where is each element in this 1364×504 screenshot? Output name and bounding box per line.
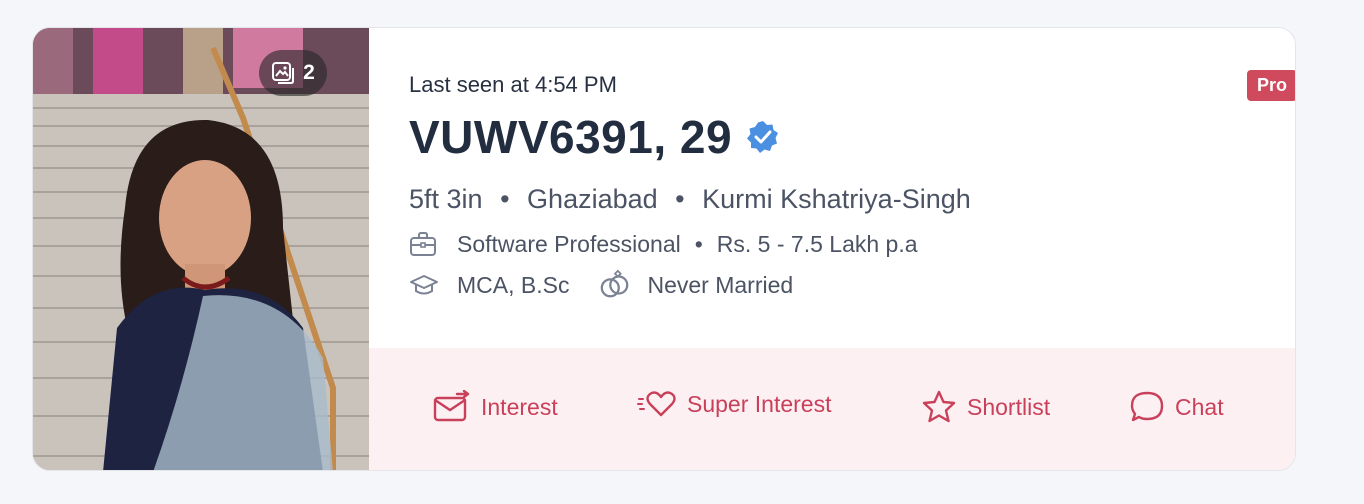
rings-icon <box>599 269 631 299</box>
super-interest-label: Super Interest <box>687 390 832 417</box>
pro-badge: Pro <box>1247 70 1295 101</box>
briefcase-icon <box>409 230 441 258</box>
super-interest-button[interactable]: Super Interest <box>637 390 831 418</box>
action-bar: Interest Super Interest Shortlist Chat <box>369 348 1295 470</box>
mail-arrow-icon <box>433 390 470 422</box>
education-text: MCA, B.Sc <box>457 271 570 298</box>
photos-icon <box>272 62 295 84</box>
separator-dot: • <box>694 230 703 257</box>
education-row: MCA, B.Sc Never Married <box>409 269 794 299</box>
chat-button[interactable]: Chat <box>1129 390 1224 424</box>
basic-details: 5ft 3in • Ghaziabad • Kurmi Kshatriya-Si… <box>409 184 971 215</box>
name-row: VUWV6391, 29 <box>409 110 780 164</box>
chat-label: Chat <box>1175 393 1224 420</box>
separator-dot: • <box>500 184 510 214</box>
verified-badge-icon <box>747 121 779 153</box>
shortlist-label: Shortlist <box>967 393 1051 420</box>
profile-card: 2 Last seen at 4:54 PM Pro VUWV6391, 29 … <box>32 27 1296 471</box>
last-seen-text: Last seen at 4:54 PM <box>409 72 617 97</box>
community-text: Kurmi Kshatriya-Singh <box>702 184 971 214</box>
marital-status-text: Never Married <box>647 271 794 298</box>
photo-count-label: 2 <box>303 61 315 84</box>
income-text: Rs. 5 - 7.5 Lakh p.a <box>716 230 918 257</box>
profile-name-age[interactable]: VUWV6391, 29 <box>409 110 732 164</box>
profession-row: Software Professional • Rs. 5 - 7.5 Lakh… <box>409 230 918 258</box>
profession-text: Software Professional <box>457 230 681 257</box>
profile-info: Last seen at 4:54 PM Pro VUWV6391, 29 5f… <box>369 28 1295 348</box>
height-text: 5ft 3in <box>409 184 483 214</box>
profile-photo-image <box>33 28 369 470</box>
shortlist-button[interactable]: Shortlist <box>921 390 1050 424</box>
interest-label: Interest <box>481 393 558 420</box>
interest-button[interactable]: Interest <box>433 390 558 424</box>
chat-bubble-icon <box>1130 391 1164 422</box>
heart-icon <box>637 391 676 417</box>
star-icon <box>922 390 956 423</box>
separator-dot: • <box>675 184 685 214</box>
graduation-cap-icon <box>409 271 441 299</box>
photo-count-badge[interactable]: 2 <box>259 50 327 96</box>
city-text: Ghaziabad <box>527 184 658 214</box>
profile-photo[interactable]: 2 <box>33 28 369 470</box>
